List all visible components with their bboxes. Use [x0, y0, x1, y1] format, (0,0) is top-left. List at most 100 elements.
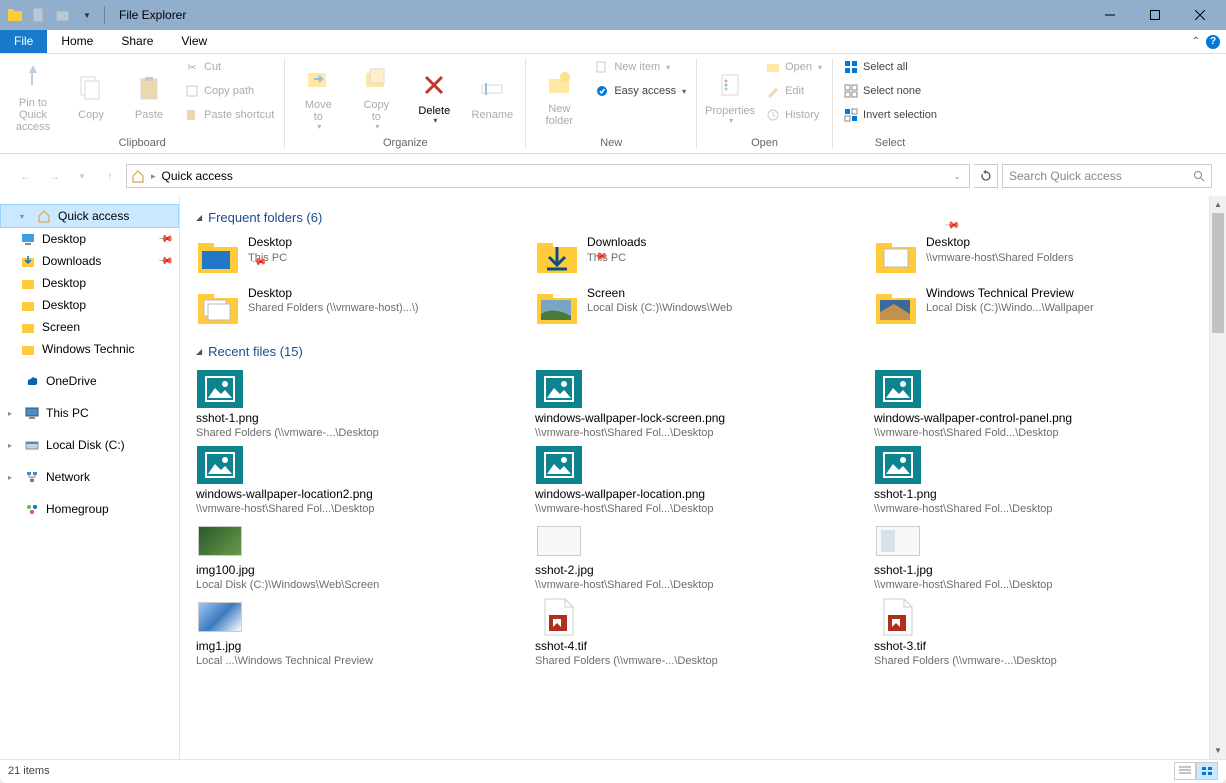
- sidebar-downloads[interactable]: Downloads📌: [0, 250, 179, 272]
- new-item-button[interactable]: New item▾: [590, 56, 690, 78]
- select-none-button[interactable]: Select none: [839, 80, 941, 102]
- delete-button[interactable]: Delete▾: [407, 56, 461, 134]
- qat-newfolder-icon[interactable]: [52, 4, 74, 26]
- recent-files-grid: sshot-1.png Shared Folders (\\vmware-...\…: [196, 369, 1193, 667]
- file-thumb: [874, 521, 922, 561]
- icons-view-button[interactable]: [1196, 762, 1218, 780]
- file-item[interactable]: windows-wallpaper-lock-screen.png\\vmwar…: [535, 369, 854, 439]
- sidebar-localdisk[interactable]: ▸Local Disk (C:): [0, 434, 179, 456]
- address-dropdown[interactable]: ⌄: [953, 171, 965, 182]
- collapse-ribbon-icon[interactable]: ⌃: [1192, 36, 1200, 47]
- easy-access-button[interactable]: Easy access▾: [590, 80, 690, 102]
- folder-icon: [196, 235, 240, 275]
- file-thumb: [874, 369, 922, 409]
- titlebar: ▼ File Explorer: [0, 0, 1226, 30]
- pin-icon: 📌: [156, 231, 173, 248]
- open-group-label: Open: [703, 135, 826, 153]
- file-item[interactable]: img1.jpgLocal ...\Windows Technical Prev…: [196, 597, 515, 667]
- tab-view[interactable]: View: [167, 30, 221, 53]
- qat-properties-icon[interactable]: [28, 4, 50, 26]
- folder-item[interactable]: DesktopShared Folders (\\vmware-host)...…: [196, 286, 515, 326]
- back-button[interactable]: ←: [14, 164, 38, 188]
- copy-to-button[interactable]: Copy to▾: [349, 56, 403, 134]
- folder-item[interactable]: DownloadsThis PC📌: [535, 235, 854, 280]
- navigation-bar: ← → ▾ ↑ ▸ Quick access ⌄ Search Quick ac…: [8, 160, 1218, 192]
- sidebar-onedrive[interactable]: ▸OneDrive: [0, 370, 179, 392]
- history-button[interactable]: History: [761, 104, 826, 126]
- file-item[interactable]: sshot-2.jpg\\vmware-host\Shared Fol...\D…: [535, 521, 854, 591]
- tab-home[interactable]: Home: [47, 30, 107, 53]
- pin-quick-access-button[interactable]: Pin to Quick access: [6, 56, 60, 134]
- scroll-up-arrow[interactable]: ▲: [1210, 196, 1226, 213]
- tab-share[interactable]: Share: [107, 30, 167, 53]
- vertical-scrollbar[interactable]: ▲ ▼: [1209, 196, 1226, 759]
- folder-name: Screen: [587, 286, 732, 302]
- select-all-button[interactable]: Select all: [839, 56, 941, 78]
- open-button[interactable]: Open▾: [761, 56, 826, 78]
- minimize-button[interactable]: [1087, 0, 1132, 30]
- maximize-button[interactable]: [1132, 0, 1177, 30]
- sidebar-thispc[interactable]: ▸This PC: [0, 402, 179, 424]
- select-group-label: Select: [839, 135, 941, 153]
- file-item[interactable]: sshot-4.tifShared Folders (\\vmware-...\…: [535, 597, 854, 667]
- paste-shortcut-button[interactable]: Paste shortcut: [180, 104, 278, 126]
- help-icon[interactable]: ?: [1206, 35, 1220, 49]
- sidebar-screen[interactable]: Screen: [0, 316, 179, 338]
- file-item[interactable]: sshot-1.png\\vmware-host\Shared Fol...\D…: [874, 445, 1193, 515]
- tab-file[interactable]: File: [0, 30, 47, 53]
- refresh-button[interactable]: [974, 164, 998, 188]
- recent-files-header[interactable]: ◢Recent files (15): [196, 344, 1193, 359]
- sidebar-quick-access[interactable]: ▾Quick access: [0, 204, 179, 228]
- item-count: 21 items: [8, 765, 50, 777]
- file-item[interactable]: windows-wallpaper-location2.png\\vmware-…: [196, 445, 515, 515]
- breadcrumb[interactable]: Quick access: [162, 169, 233, 183]
- file-thumb: [196, 445, 244, 485]
- qat-dropdown[interactable]: ▼: [76, 4, 98, 26]
- app-icon[interactable]: [4, 4, 26, 26]
- folder-item[interactable]: Desktop\\vmware-host\Shared Folders📌: [874, 235, 1193, 280]
- close-button[interactable]: [1177, 0, 1222, 30]
- recent-locations-dropdown[interactable]: ▾: [70, 164, 94, 188]
- sidebar: ▾Quick access Desktop📌 Downloads📌 Deskto…: [0, 196, 180, 759]
- sidebar-homegroup[interactable]: ▸Homegroup: [0, 498, 179, 520]
- details-view-button[interactable]: [1174, 762, 1196, 780]
- sidebar-network[interactable]: ▸Network: [0, 466, 179, 488]
- up-button[interactable]: ↑: [98, 164, 122, 188]
- file-path: \\vmware-host\Shared Fol...\Desktop: [874, 579, 1193, 591]
- rename-button[interactable]: Rename: [465, 56, 519, 134]
- sidebar-wintech[interactable]: Windows Technic: [0, 338, 179, 360]
- copy-path-button[interactable]: Copy path: [180, 80, 278, 102]
- file-item[interactable]: windows-wallpaper-location.png\\vmware-h…: [535, 445, 854, 515]
- qat-divider: [104, 6, 105, 24]
- edit-button[interactable]: Edit: [761, 80, 826, 102]
- file-path: Shared Folders (\\vmware-...\Desktop: [874, 655, 1193, 667]
- sidebar-desktop-1[interactable]: Desktop📌: [0, 228, 179, 250]
- sidebar-desktop-3[interactable]: Desktop: [0, 294, 179, 316]
- file-path: \\vmware-host\Shared Fol...\Desktop: [196, 503, 515, 515]
- file-path: \\vmware-host\Shared Fol...\Desktop: [535, 427, 854, 439]
- content-pane: ◢Frequent folders (6) DesktopThis PC📌 Dow…: [180, 196, 1209, 759]
- forward-button[interactable]: →: [42, 164, 66, 188]
- file-name: sshot-1.png: [874, 487, 1193, 501]
- file-item[interactable]: sshot-3.tifShared Folders (\\vmware-...\…: [874, 597, 1193, 667]
- move-to-button[interactable]: Move to▾: [291, 56, 345, 134]
- sidebar-desktop-2[interactable]: Desktop: [0, 272, 179, 294]
- scroll-thumb[interactable]: [1212, 213, 1224, 333]
- file-item[interactable]: windows-wallpaper-control-panel.png\\vmw…: [874, 369, 1193, 439]
- ribbon-tabs: File Home Share View ⌃ ?: [0, 30, 1226, 54]
- new-folder-button[interactable]: New folder: [532, 56, 586, 134]
- file-item[interactable]: img100.jpgLocal Disk (C:)\Windows\Web\Sc…: [196, 521, 515, 591]
- scroll-down-arrow[interactable]: ▼: [1210, 742, 1226, 759]
- frequent-folders-header[interactable]: ◢Frequent folders (6): [196, 210, 1193, 225]
- search-input[interactable]: Search Quick access: [1002, 164, 1212, 188]
- properties-button[interactable]: Properties▾: [703, 56, 757, 134]
- copy-button[interactable]: Copy: [64, 56, 118, 134]
- paste-button[interactable]: Paste: [122, 56, 176, 134]
- cut-button[interactable]: ✂Cut: [180, 56, 278, 78]
- file-item[interactable]: sshot-1.jpg\\vmware-host\Shared Fol...\D…: [874, 521, 1193, 591]
- folder-item[interactable]: ScreenLocal Disk (C:)\Windows\Web: [535, 286, 854, 326]
- folder-item[interactable]: DesktopThis PC📌: [196, 235, 515, 280]
- address-bar[interactable]: ▸ Quick access ⌄: [126, 164, 970, 188]
- file-item[interactable]: sshot-1.pngShared Folders (\\vmware-...\…: [196, 369, 515, 439]
- invert-selection-button[interactable]: Invert selection: [839, 104, 941, 126]
